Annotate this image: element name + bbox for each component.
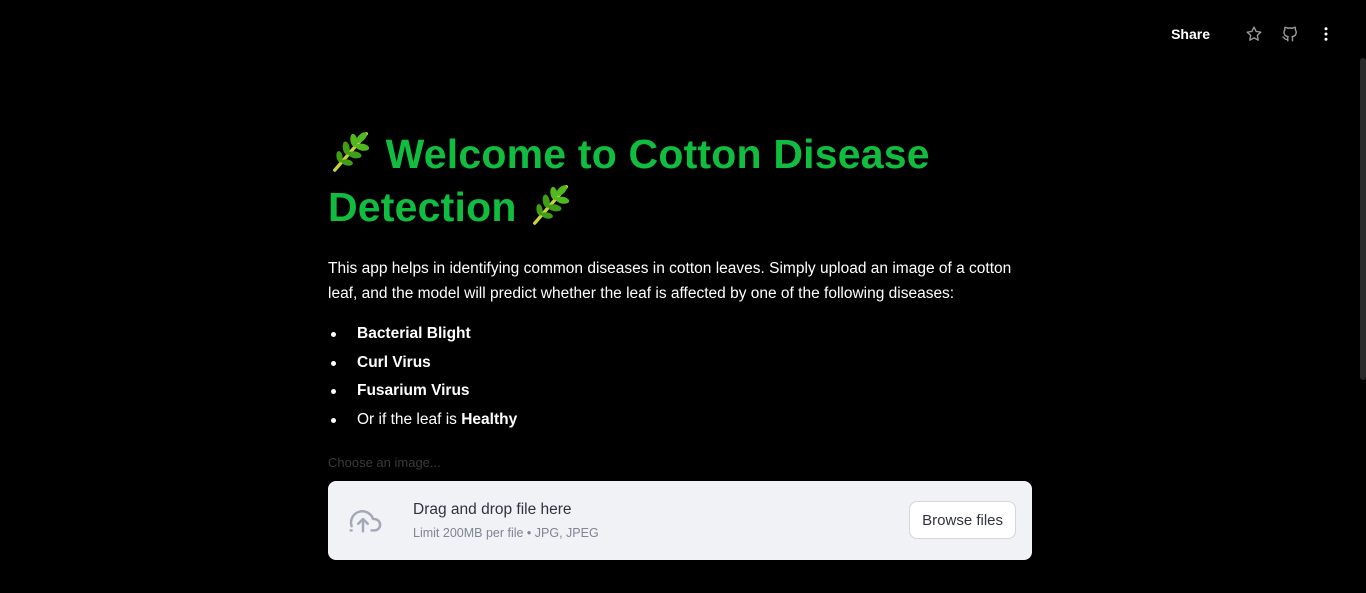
main-content: Welcome to Cotton Disease Detection This… [328,128,1032,560]
list-item: Or if the leaf is Healthy [328,406,1032,435]
star-icon[interactable] [1244,24,1264,44]
drop-instruction: Drag and drop file here [413,500,572,518]
disease-name: Fusarium Virus [357,382,470,400]
herb-icon [333,132,370,172]
herb-icon [533,185,570,225]
title-text-line1: Welcome to Cotton Disease [385,131,930,177]
healthy-label: Healthy [461,411,518,429]
disease-name: Curl Virus [357,353,431,371]
dropzone-text: Drag and drop file here Limit 200MB per … [413,500,909,541]
list-item: Fusarium Virus [328,377,1032,406]
disease-name: Bacterial Blight [357,325,471,342]
disease-list: Bacterial Blight Curl Virus Fusarium Vir… [328,320,1032,435]
top-toolbar: Share [1171,0,1366,68]
more-vertical-icon[interactable] [1316,24,1336,44]
list-item: Curl Virus [328,349,1032,378]
uploader-label: Choose an image... [328,454,441,470]
title-text-line2: Detection [328,184,517,230]
share-button[interactable]: Share [1171,22,1210,46]
scrollbar[interactable] [1360,58,1366,380]
github-icon[interactable] [1280,24,1300,44]
file-dropzone[interactable]: Drag and drop file here Limit 200MB per … [328,480,1032,560]
page-title: Welcome to Cotton Disease Detection [328,128,1032,234]
intro-paragraph: This app helps in identifying common dis… [328,260,1012,302]
list-item: Bacterial Blight [328,320,1032,349]
file-limit-text: Limit 200MB per file • JPG, JPEG [413,525,599,540]
healthy-prefix: Or if the leaf is [357,411,462,429]
cloud-upload-icon [349,510,382,533]
browse-files-button[interactable]: Browse files [909,501,1016,540]
